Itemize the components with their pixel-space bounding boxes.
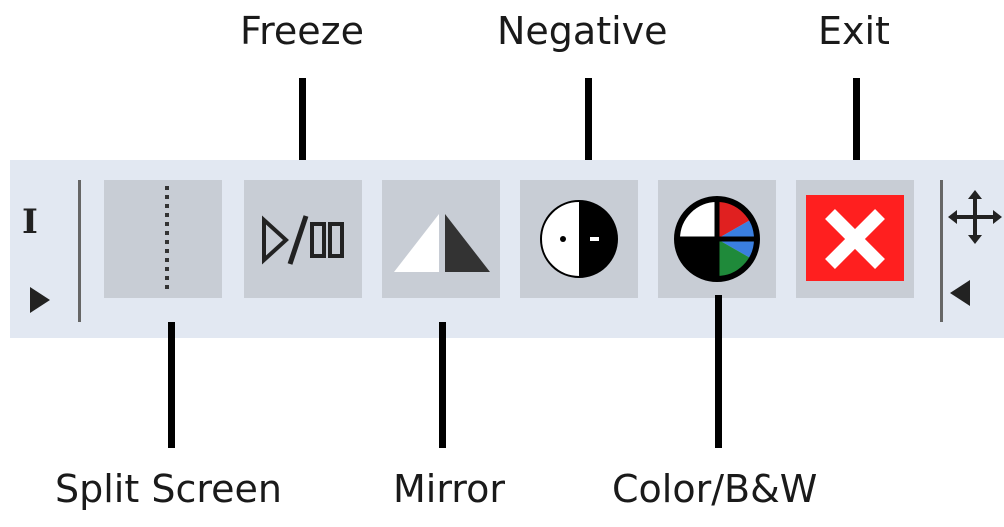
close-x-icon xyxy=(806,195,904,281)
split-screen-button[interactable] xyxy=(104,180,222,298)
color-bw-label: Color/B&W xyxy=(612,467,818,511)
right-separator xyxy=(940,180,943,322)
split-screen-label: Split Screen xyxy=(55,467,282,511)
text-cursor-icon: I xyxy=(22,202,38,242)
negative-button[interactable] xyxy=(520,180,638,298)
expand-right-arrow-icon[interactable] xyxy=(30,287,50,313)
mirror-leader-line xyxy=(439,322,446,448)
play-pause-icon xyxy=(262,215,344,265)
exit-button[interactable] xyxy=(796,180,914,298)
color-bw-leader-line xyxy=(715,295,722,448)
negative-label: Negative xyxy=(497,9,668,53)
move-handle-icon[interactable] xyxy=(948,190,1002,244)
color-wheel-icon xyxy=(674,196,760,282)
mirror-label: Mirror xyxy=(393,467,505,511)
split-line-icon xyxy=(165,186,169,292)
mirror-triangles-icon xyxy=(394,214,490,272)
split-screen-leader-line xyxy=(168,322,175,448)
freeze-label: Freeze xyxy=(240,9,364,53)
collapse-left-arrow-icon[interactable] xyxy=(950,280,970,306)
mirror-button[interactable] xyxy=(382,180,500,298)
color-bw-button[interactable] xyxy=(658,180,776,298)
freeze-button[interactable] xyxy=(244,180,362,298)
exit-label: Exit xyxy=(818,9,890,53)
left-separator xyxy=(78,180,81,322)
negative-circle-icon xyxy=(540,200,618,278)
